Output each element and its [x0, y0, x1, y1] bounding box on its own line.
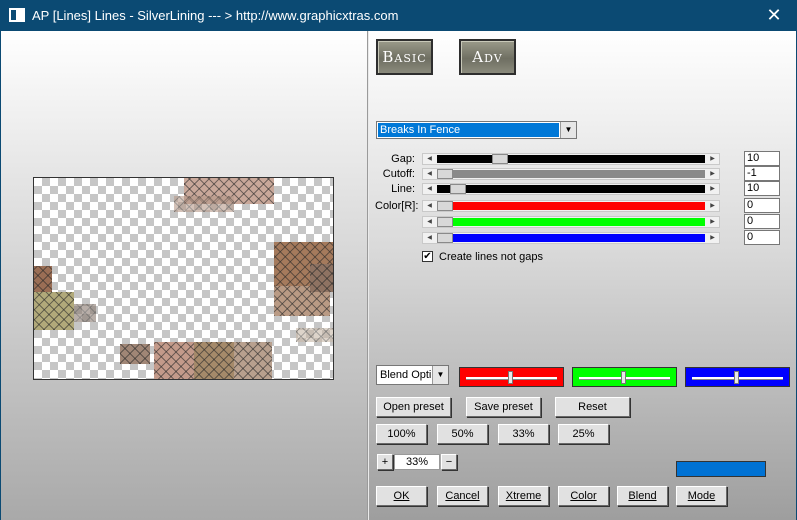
- basic-button[interactable]: Basic: [376, 39, 433, 75]
- slider-value-input[interactable]: -1: [744, 166, 780, 181]
- slider-track[interactable]: [437, 184, 705, 194]
- arrow-left-icon[interactable]: ◀: [423, 169, 436, 179]
- open-preset-button[interactable]: Open preset: [376, 397, 451, 417]
- slider-track[interactable]: [437, 201, 705, 211]
- arrow-right-icon[interactable]: ▶: [706, 233, 719, 243]
- blend-slider-knob[interactable]: [621, 371, 626, 384]
- close-icon[interactable]: ✕: [751, 0, 797, 31]
- arrow-right-icon[interactable]: ▶: [706, 154, 719, 164]
- create-lines-label: Create lines not gaps: [439, 251, 543, 263]
- arrow-left-icon[interactable]: ◀: [423, 217, 436, 227]
- slider-knob[interactable]: [437, 217, 453, 227]
- app-window-icon: [9, 8, 25, 22]
- blend-options-value: Blend Optio: [380, 369, 431, 381]
- preview-image[interactable]: [33, 177, 334, 380]
- arrow-right-icon[interactable]: ▶: [706, 184, 719, 194]
- slider-knob[interactable]: [450, 184, 466, 194]
- blend-color-box-0[interactable]: [459, 367, 564, 387]
- preview-pane: [1, 31, 367, 520]
- arrow-right-icon[interactable]: ▶: [706, 169, 719, 179]
- effect-select-value: Breaks In Fence: [378, 123, 559, 137]
- slider-5[interactable]: ◀ ▶: [422, 232, 720, 244]
- output-color-swatch[interactable]: [676, 461, 766, 477]
- blend-color-box-2[interactable]: [685, 367, 790, 387]
- chevron-down-icon[interactable]: ▼: [560, 122, 576, 138]
- xtreme-button-label: Xtreme: [505, 490, 542, 502]
- zoom-25-button[interactable]: 25%: [558, 424, 609, 444]
- title-bar: AP [Lines] Lines - SilverLining --- > ht…: [0, 0, 797, 31]
- slider-track[interactable]: [437, 233, 705, 243]
- blend-slider-knob[interactable]: [734, 371, 739, 384]
- color-button-label: Color: [570, 490, 597, 502]
- slider-knob[interactable]: [437, 201, 453, 211]
- slider-3[interactable]: ◀ ▶: [422, 200, 720, 212]
- cancel-button[interactable]: Cancel: [437, 486, 488, 506]
- arrow-left-icon[interactable]: ◀: [423, 233, 436, 243]
- create-lines-checkbox[interactable]: ✔: [422, 251, 433, 262]
- slider-knob[interactable]: [437, 233, 453, 243]
- xtreme-button[interactable]: Xtreme: [498, 486, 549, 506]
- slider-0[interactable]: ◀ ▶: [422, 153, 720, 165]
- slider-label: Line:: [391, 183, 415, 195]
- effect-select[interactable]: Breaks In Fence ▼: [376, 121, 577, 139]
- slider-track[interactable]: [437, 154, 705, 164]
- color-button[interactable]: Color: [558, 486, 609, 506]
- zoom-in-button[interactable]: +: [377, 454, 393, 470]
- mode-button[interactable]: Mode: [676, 486, 727, 506]
- zoom-out-button[interactable]: −: [441, 454, 457, 470]
- slider-value-input[interactable]: 10: [744, 151, 780, 166]
- slider-value-input[interactable]: 0: [744, 198, 780, 213]
- slider-value-input[interactable]: 0: [744, 214, 780, 229]
- controls-pane: Basic Adv Breaks In Fence ▼ Gap: ◀ ▶ 10 Cuto…: [369, 31, 796, 520]
- slider-knob[interactable]: [437, 169, 453, 179]
- slider-track[interactable]: [437, 217, 705, 227]
- slider-2[interactable]: ◀ ▶: [422, 183, 720, 195]
- blend-options-select[interactable]: Blend Optio ▼: [376, 365, 449, 385]
- zoom-33-button[interactable]: 33%: [498, 424, 549, 444]
- zoom-100-button[interactable]: 100%: [376, 424, 427, 444]
- blend-button-label: Blend: [628, 490, 657, 502]
- arrow-right-icon[interactable]: ▶: [706, 201, 719, 211]
- cancel-button-label: Cancel: [445, 490, 480, 502]
- slider-value-input[interactable]: 0: [744, 230, 780, 245]
- adv-button[interactable]: Adv: [459, 39, 516, 75]
- slider-knob[interactable]: [492, 154, 508, 164]
- slider-label: Color[R]:: [375, 200, 419, 212]
- window-title: AP [Lines] Lines - SilverLining --- > ht…: [32, 8, 399, 23]
- arrow-left-icon[interactable]: ◀: [423, 184, 436, 194]
- save-preset-button[interactable]: Save preset: [466, 397, 541, 417]
- ok-button-label: OK: [393, 490, 410, 502]
- slider-track[interactable]: [437, 169, 705, 179]
- arrow-right-icon[interactable]: ▶: [706, 217, 719, 227]
- arrow-left-icon[interactable]: ◀: [423, 201, 436, 211]
- checkmark-icon: ✔: [423, 251, 432, 262]
- zoom-50-button[interactable]: 50%: [437, 424, 488, 444]
- blend-button[interactable]: Blend: [617, 486, 668, 506]
- zoom-value[interactable]: 33%: [394, 454, 440, 470]
- ok-button[interactable]: OK: [376, 486, 427, 506]
- slider-1[interactable]: ◀ ▶: [422, 168, 720, 180]
- slider-label: Cutoff:: [382, 168, 415, 180]
- chevron-down-icon[interactable]: ▼: [432, 366, 448, 384]
- blend-color-box-1[interactable]: [572, 367, 677, 387]
- slider-label: Gap:: [391, 153, 415, 165]
- arrow-left-icon[interactable]: ◀: [423, 154, 436, 164]
- slider-4[interactable]: ◀ ▶: [422, 216, 720, 228]
- blend-slider-knob[interactable]: [508, 371, 513, 384]
- mode-button-label: Mode: [687, 490, 716, 502]
- slider-value-input[interactable]: 10: [744, 181, 780, 196]
- reset-button[interactable]: Reset: [555, 397, 630, 417]
